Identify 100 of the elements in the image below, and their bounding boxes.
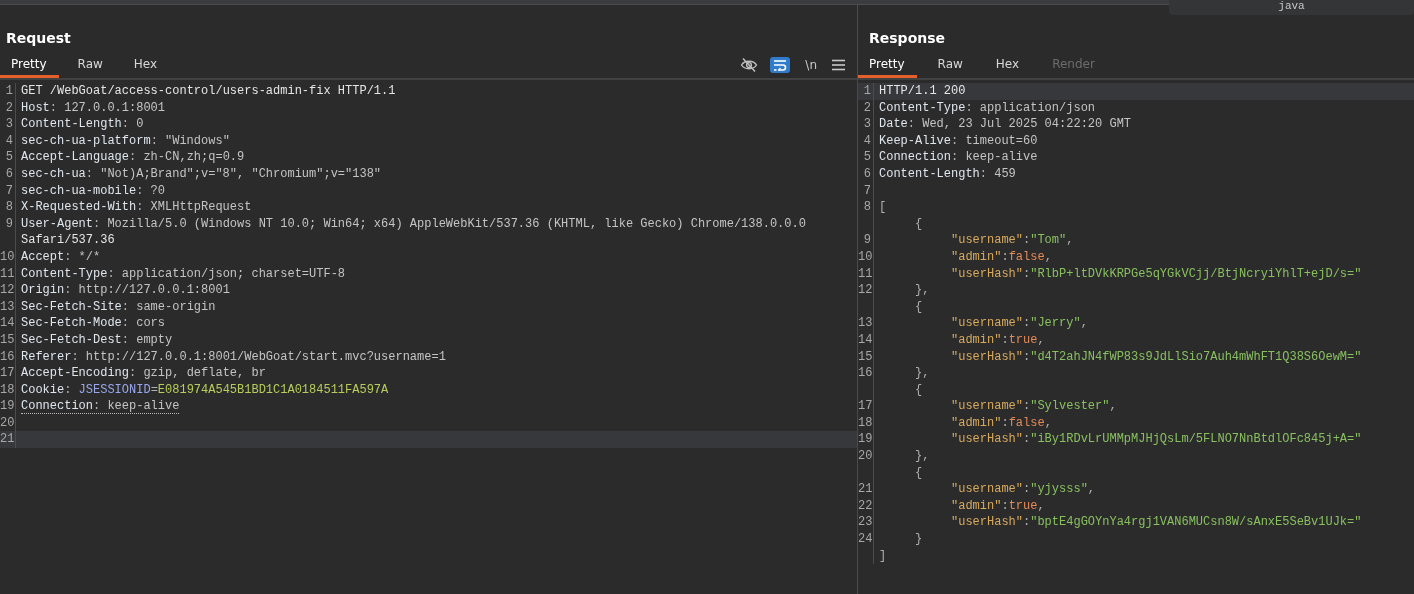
line-number: 24 (858, 532, 873, 547)
line-number: 4 (5, 133, 13, 148)
line-number: 4 (863, 133, 871, 148)
line-number: 15 (0, 332, 15, 347)
code-line: User-Agent: Mozilla/5.0 (Windows NT 10.0; Win64; x64) AppleWebKit/537.36 (KHTML, like Gecko) Chrome/138.0.0.0 (21, 215, 806, 233)
line-number: 10 (858, 249, 873, 264)
code-line: Sec-Fetch-Site: same-origin (21, 298, 216, 316)
line-number: 18 (0, 382, 15, 397)
view-tab[interactable]: Raw (926, 52, 975, 78)
line-number: 21 (858, 482, 873, 497)
line-number: 7 (863, 183, 871, 198)
code-line: "userHash":"iBy1RDvLrUMMpMJHjQsLm/5FLNO7NnBtdlOFc845j+A=" (950, 431, 1362, 449)
line-number: 9 (863, 233, 871, 248)
code-line: HTTP/1.1 200 (879, 83, 966, 100)
line-number: 8 (863, 200, 871, 215)
line-number: 20 (0, 415, 15, 430)
line-number: 12 (0, 283, 15, 298)
code-line: Sec-Fetch-Dest: empty (21, 331, 173, 349)
line-number: 2 (5, 100, 13, 115)
code-line: Connection: keep-alive (21, 398, 180, 415)
line-number: 16 (0, 349, 15, 364)
code-line: } (914, 531, 923, 548)
pane-title: Response (869, 30, 946, 48)
line-number: 20 (858, 449, 873, 464)
code-line: Content-Length: 459 (879, 165, 1016, 183)
pane-title: Request (6, 30, 71, 48)
code-line: [ (879, 199, 887, 216)
code-line: Keep-Alive: timeout=60 (879, 132, 1038, 150)
line-number: 1 (863, 84, 871, 98)
newline-button[interactable]: \n (802, 56, 820, 74)
line-number: 11 (0, 266, 15, 281)
code-line: Connection: keep-alive (879, 149, 1038, 166)
view-tab[interactable]: Raw (66, 52, 115, 78)
code-line: ] (879, 547, 887, 565)
line-number: 10 (0, 249, 15, 264)
code-line: Content-Length: 0 (21, 116, 144, 133)
line-number: 1 (5, 84, 13, 98)
code-line: Content-Type: application/json; charset=UTF-8 (21, 265, 346, 283)
line-number: 17 (0, 366, 15, 381)
code-line: sec-ch-ua-mobile: ?0 (21, 182, 165, 200)
line-number: 2 (863, 100, 871, 115)
line-number: 12 (858, 283, 873, 298)
code-line: Accept-Language: zh-CN,zh;q=0.9 (21, 149, 245, 166)
code-line: "username":"Sylvester", (950, 398, 1117, 415)
code-line: { (914, 464, 923, 482)
view-tab[interactable]: Hex (984, 52, 1032, 78)
code-line: "admin":false, (950, 248, 1052, 266)
dropdown-item[interactable]: java (1169, 0, 1414, 15)
wrap-lines-button[interactable] (770, 57, 791, 73)
code-line: "username":"Tom", (950, 232, 1074, 249)
code-line: Accept-Encoding: gzip, deflate, br (21, 365, 266, 382)
code-line: }, (914, 365, 930, 382)
line-number: 3 (863, 117, 871, 132)
line-number: 19 (858, 432, 873, 447)
line-number: 19 (0, 399, 15, 414)
line-number: 23 (858, 515, 873, 530)
code-line: "userHash":"RlbP+ltDVkKRPGe5qYGkVCjj/BtjNcryiYhlT+ejD/s=" (950, 265, 1362, 283)
menu-icon[interactable] (832, 59, 845, 71)
view-tab[interactable]: Pretty (0, 52, 59, 78)
line-number: 5 (5, 150, 13, 165)
line-number: 11 (858, 266, 873, 281)
code-line: "userHash":"d4T2ahJN4fWP83s9JdLlSio7Auh4mWhFT1Q38S6OewM=" (950, 348, 1362, 366)
line-number: 22 (858, 498, 873, 513)
line-number: 21 (0, 432, 15, 447)
code-line: }, (914, 282, 930, 299)
code-line: "admin":true, (950, 497, 1045, 515)
code-line: { (914, 381, 923, 399)
line-number: 7 (5, 183, 13, 198)
line-number: 3 (5, 117, 13, 132)
code-line: Safari/537.36 (21, 232, 115, 249)
line-number: 9 (5, 216, 13, 231)
code-line: sec-ch-ua-platform: "Windows" (21, 132, 230, 150)
code-line: Referer: http://127.0.0.1:8001/WebGoat/start.mvc?username=1 (21, 348, 446, 366)
code-line: sec-ch-ua: "Not)A;Brand";v="8", "Chromium";v="138" (21, 165, 382, 183)
code-line: Content-Type: application/json (879, 99, 1096, 117)
code-line: Origin: http://127.0.0.1:8001 (21, 282, 230, 299)
view-tab[interactable]: Hex (122, 52, 170, 78)
line-number: 13 (858, 316, 873, 331)
line-number: 8 (5, 200, 13, 215)
line-number: 15 (858, 349, 873, 364)
code-line: Cookie: JSESSIONID=E081974A545B1BD1C1A0184511FA597A (21, 381, 389, 399)
code-line: Accept: */* (21, 248, 101, 266)
code-line: "username":"yjysss", (950, 481, 1096, 498)
line-number: 16 (858, 366, 873, 381)
code-line: "admin":true, (950, 331, 1045, 349)
line-number: 14 (0, 316, 15, 331)
code-line: X-Requested-With: XMLHttpRequest (21, 199, 252, 216)
code-line: GET /WebGoat/access-control/users-admin-fix HTTP/1.1 (21, 83, 396, 100)
code-line: "username":"Jerry", (950, 315, 1088, 332)
line-number: 14 (858, 332, 873, 347)
eye-slash-icon[interactable] (740, 57, 759, 73)
view-tab[interactable]: Pretty (858, 52, 917, 78)
line-number: 18 (858, 415, 873, 430)
code-line: { (914, 215, 923, 233)
code-line: }, (914, 448, 930, 465)
line-number: 6 (863, 166, 871, 181)
line-number: 13 (0, 299, 15, 314)
line-number: 6 (5, 166, 13, 181)
code-line: Date: Wed, 23 Jul 2025 04:22:20 GMT (879, 116, 1132, 133)
code-line: "userHash":"bptE4gGOYnYa4rgj1VAN6MUCsn8W/sAnxE5SeBv1UJk=" (950, 514, 1362, 532)
